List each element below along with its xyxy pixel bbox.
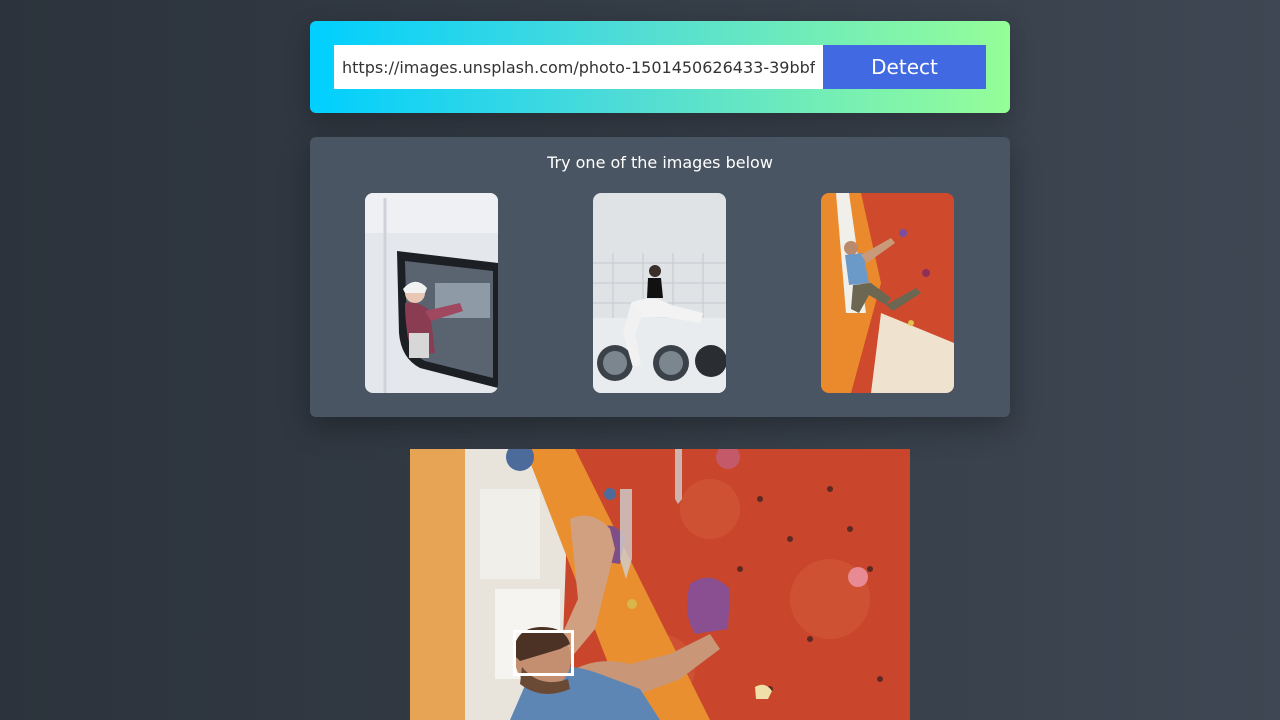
detect-button[interactable]: Detect (823, 45, 986, 89)
sample-images-panel: Try one of the images below (310, 137, 1010, 417)
detection-result-image (410, 449, 910, 720)
climber-detected-photo (410, 449, 910, 720)
search-card: Detect (310, 21, 1010, 113)
sample-image-laundromat[interactable] (593, 193, 726, 393)
face-bounding-box (513, 630, 574, 676)
sample-image-van[interactable] (365, 193, 498, 393)
sample-image-climber[interactable] (821, 193, 954, 393)
samples-title: Try one of the images below (547, 153, 773, 172)
image-url-input[interactable] (334, 45, 823, 89)
